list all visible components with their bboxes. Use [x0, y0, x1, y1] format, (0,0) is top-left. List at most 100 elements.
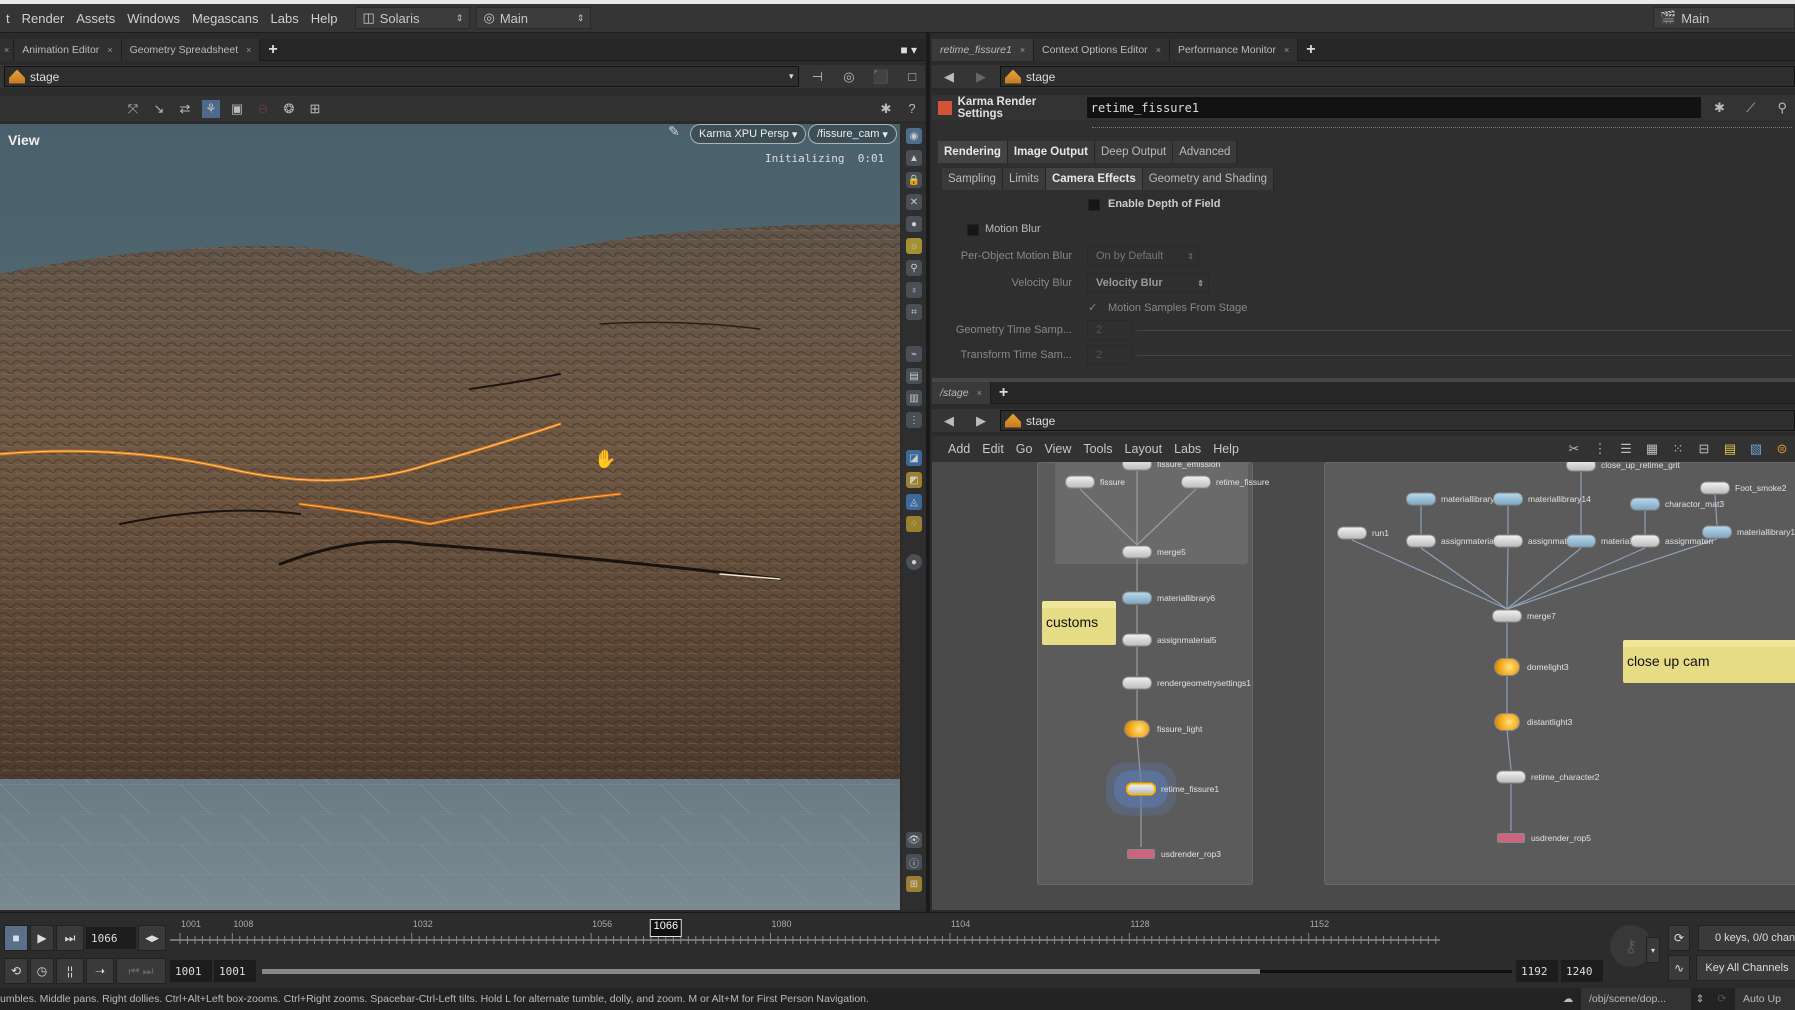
audio-button[interactable]: ➝ [86, 958, 114, 984]
node-distantlight3[interactable] [1494, 713, 1520, 731]
pin-icon[interactable]: ⊣ [809, 68, 827, 86]
network-editor[interactable]: customs close up cam fissure_emission fis… [932, 462, 1795, 910]
menu-labs[interactable]: Labs [1168, 442, 1207, 456]
tab-performance-monitor[interactable]: Performance Monitor × [1169, 38, 1299, 61]
main-context-button[interactable]: 🎬 Main [1653, 7, 1795, 29]
samples-slider[interactable] [1092, 120, 1792, 128]
close-icon[interactable]: × [1156, 45, 1161, 55]
light-tool-icon[interactable]: ❂ [280, 100, 298, 118]
jar-icon[interactable]: ⊜ [1773, 440, 1791, 458]
per-object-select[interactable]: On by Default ⇕ [1087, 246, 1199, 266]
ghost-icon[interactable]: ◬ [906, 494, 922, 510]
menu-render[interactable]: Render [16, 11, 71, 26]
light-icon[interactable]: ☼ [906, 238, 922, 254]
xform-samples-slider[interactable] [1137, 355, 1792, 356]
tab-geometry-spreadsheet[interactable]: Geometry Spreadsheet × [121, 38, 261, 61]
close-icon[interactable]: × [977, 388, 982, 398]
node-materiallibrary14[interactable] [1493, 492, 1523, 506]
node-materiallibrary13[interactable] [1702, 525, 1732, 539]
tab-stage[interactable]: /stage × [932, 381, 991, 404]
node-charactor-mat3[interactable] [1630, 497, 1660, 511]
realtime-button[interactable]: ◷ [30, 958, 54, 984]
menu-item[interactable]: t [0, 11, 16, 26]
key-dropdown[interactable]: ▾ [1646, 937, 1660, 963]
add-tab-button[interactable]: + [260, 41, 285, 59]
close-icon[interactable]: × [246, 45, 251, 55]
loop-button[interactable]: ⟲ [4, 958, 28, 984]
sphere-icon[interactable]: ● [906, 216, 922, 232]
node-fissure[interactable] [1065, 475, 1095, 489]
color-grid-icon[interactable]: ▦ [1643, 440, 1661, 458]
xray-icon[interactable]: ✕ [906, 194, 922, 210]
node-close-up-retime-grit[interactable] [1566, 462, 1596, 472]
particle-icon[interactable]: ⁘ [906, 516, 922, 532]
node-assignmaterial9[interactable] [1406, 534, 1436, 548]
forward-arrow-icon[interactable]: ▶ [972, 412, 990, 430]
record-icon[interactable]: ● [906, 554, 922, 570]
node-materiallibrary12[interactable] [1406, 492, 1436, 506]
render-region-icon[interactable]: ⊞ [306, 100, 324, 118]
node-assignmaterial5[interactable] [1122, 633, 1152, 647]
pin-icon[interactable]: ⚲ [906, 260, 922, 276]
node-merge7[interactable] [1492, 609, 1522, 623]
tab-image-output[interactable]: Image Output [1007, 141, 1095, 163]
camera-menu[interactable]: /fissure_cam ▾ [808, 124, 897, 144]
timeline-ruler[interactable]: 100110081032105610801104112811521176 [0, 913, 1440, 953]
motion-blur-checkbox[interactable] [967, 224, 979, 236]
link-icon[interactable]: ◎ [840, 68, 858, 86]
network-box-icon[interactable]: ⊟ [1695, 440, 1713, 458]
search-icon[interactable]: ⚲ [1774, 99, 1791, 117]
menu-assets[interactable]: Assets [70, 11, 121, 26]
menu-go[interactable]: Go [1010, 442, 1039, 456]
dof-checkbox[interactable] [1088, 199, 1100, 211]
lock-icon[interactable]: 🔒 [906, 172, 922, 188]
xform-samples-field[interactable]: 2 [1087, 345, 1132, 365]
scene-viewport[interactable]: View ✎ Karma XPU Persp ▾ /fissure_cam ▾ … [0, 124, 900, 910]
key-all-channels-button[interactable]: Key All Channels [1696, 955, 1795, 981]
node-materiali[interactable] [1566, 534, 1596, 548]
select-tool-icon[interactable]: ⤧ [124, 100, 142, 118]
node-assignmateri[interactable] [1630, 534, 1660, 548]
forward-arrow-icon[interactable]: ▶ [972, 68, 990, 86]
range-start-field[interactable]: 1001 [170, 960, 212, 982]
transform-tool-icon[interactable]: ⇄ [176, 100, 194, 118]
tab-context-options-editor[interactable]: Context Options Editor × [1034, 38, 1170, 61]
geo-samples-slider[interactable] [1137, 330, 1792, 331]
menu-edit[interactable]: Edit [976, 442, 1010, 456]
brain-icon[interactable]: ☁ [1555, 993, 1581, 1005]
node-name-field[interactable]: retime_fissure1 [1086, 97, 1701, 118]
close-icon[interactable]: × [107, 45, 112, 55]
geo-samples-field[interactable]: 2 [1087, 320, 1132, 340]
sticky-note-icon[interactable]: ▤ [1721, 440, 1739, 458]
eye-icon[interactable]: 👁 [906, 832, 922, 848]
snapshot-icon[interactable]: ▤ [906, 368, 922, 384]
tab-animation-editor[interactable]: Animation Editor × [14, 38, 122, 61]
node-retime-fissure[interactable] [1181, 475, 1211, 489]
wire-icon[interactable]: ◪ [906, 450, 922, 466]
image-icon[interactable]: ▧ [1747, 440, 1765, 458]
node-assignmateria[interactable] [1493, 534, 1523, 548]
node-usdrender-rop5[interactable] [1497, 833, 1525, 843]
view-tool-icon[interactable]: ⚘ [202, 99, 220, 118]
node-merge5[interactable] [1122, 545, 1152, 559]
path-field[interactable]: stage [1000, 66, 1795, 87]
cube-icon[interactable]: ⬛ [872, 68, 890, 86]
channel-sync-icon[interactable]: ⟳ [1668, 925, 1690, 951]
back-arrow-icon[interactable]: ◀ [940, 68, 958, 86]
context-select[interactable]: ◎ Main ⇕ [476, 7, 592, 29]
info-icon[interactable]: ⓘ [906, 854, 922, 870]
menu-megascans[interactable]: Megascans [186, 11, 264, 26]
snapshot-icon[interactable]: ▣ [228, 100, 246, 118]
waveform-icon[interactable]: ∿ [1668, 955, 1690, 981]
path-field[interactable]: stage [1000, 410, 1795, 431]
desktop-select[interactable]: ◫ Solaris ⇕ [355, 7, 471, 29]
menu-windows[interactable]: Windows [121, 11, 186, 26]
auto-update-button[interactable]: Auto Up [1735, 988, 1795, 1010]
playback-end-field[interactable]: 1192 [1516, 960, 1558, 982]
tab-sampling[interactable]: Sampling [942, 168, 1003, 190]
status-path[interactable]: /obj/scene/dop... [1581, 988, 1691, 1010]
tab-geometry-and-shading[interactable]: Geometry and Shading [1142, 168, 1274, 190]
tab-close[interactable]: × [0, 38, 15, 61]
list-icon[interactable]: ☰ [1617, 440, 1635, 458]
add-tab-button[interactable]: + [1298, 41, 1323, 59]
